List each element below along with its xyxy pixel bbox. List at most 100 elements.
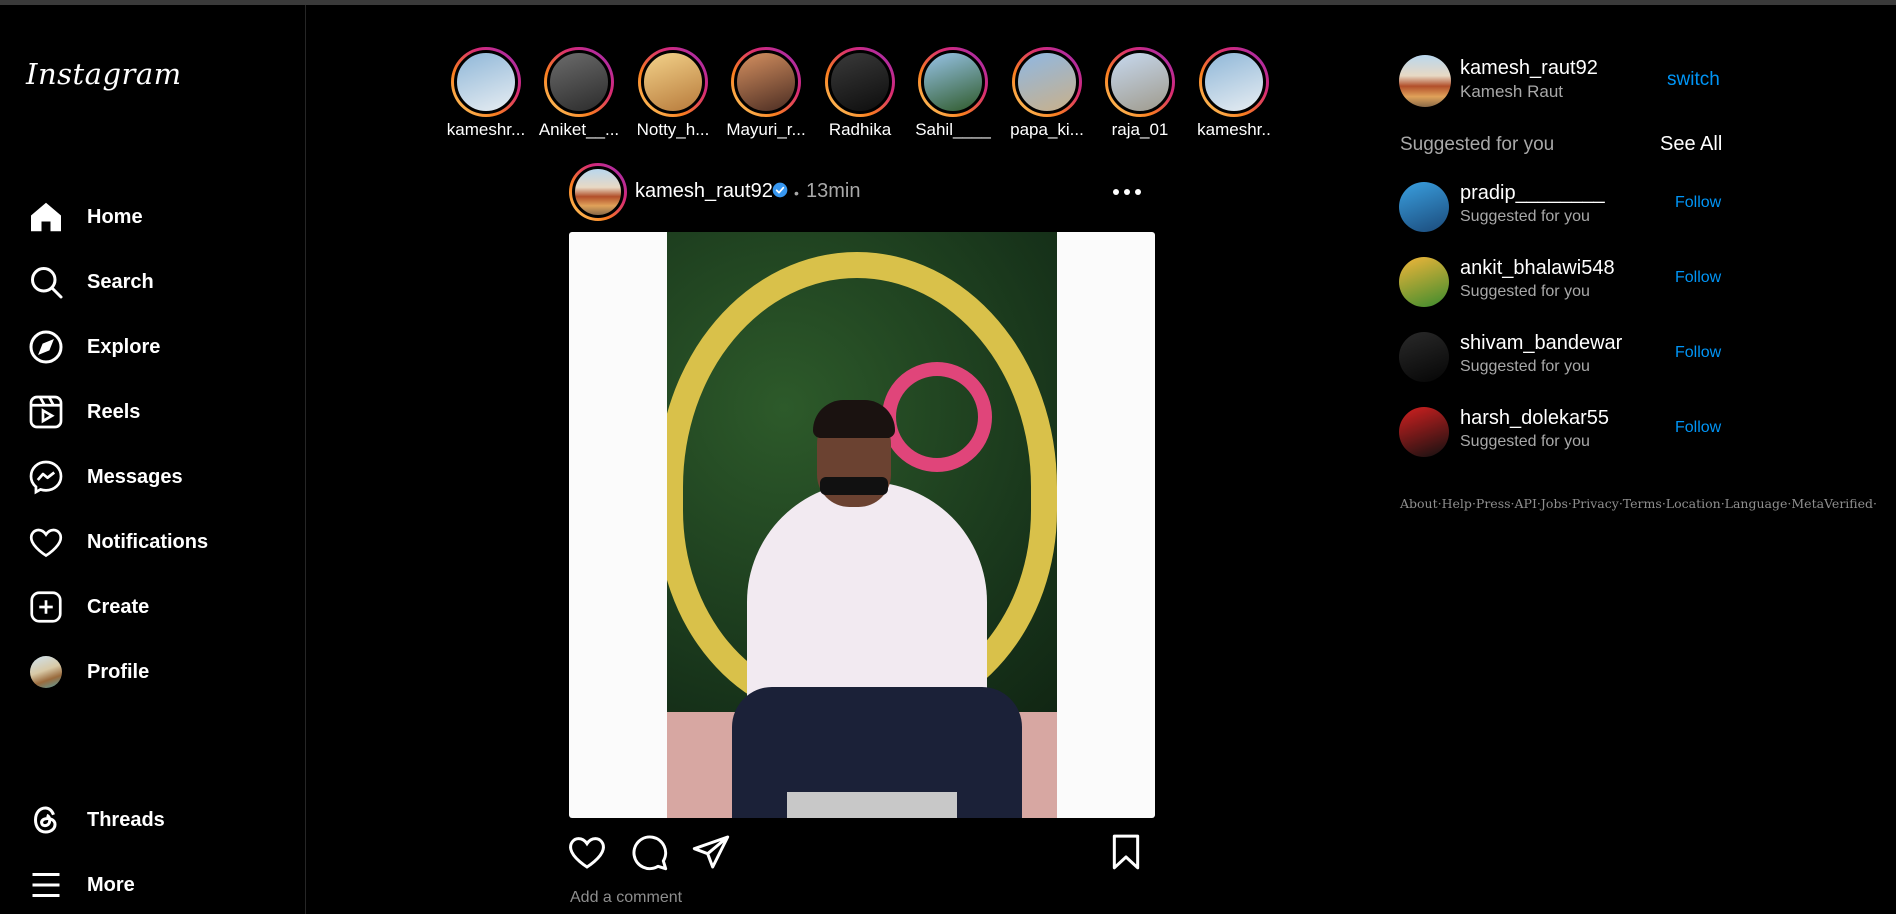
sidebar-item-search[interactable]: Search [26, 260, 154, 304]
story-username: kameshr.. [1197, 120, 1271, 139]
sidebar-item-label: Notifications [87, 530, 209, 553]
story-item[interactable]: Mayuri_r... [724, 47, 808, 140]
story-item[interactable]: Radhika [818, 47, 902, 140]
switch-account-button[interactable]: switch [1667, 69, 1720, 91]
stories-tray: kameshr... Aniket__... Notty_h... Mayuri… [444, 47, 1274, 145]
heart-icon [26, 522, 66, 562]
story-username: Notty_h... [636, 120, 710, 139]
share-paper-plane-icon[interactable] [691, 832, 731, 872]
sidebar-item-profile[interactable]: Profile [26, 650, 149, 694]
story-username: Aniket__... [538, 120, 620, 139]
current-user-username[interactable]: kamesh_raut92 [1460, 57, 1598, 80]
suggestion-subtitle: Suggested for you [1460, 283, 1590, 300]
instagram-logo[interactable]: Instagram [26, 57, 182, 91]
current-user-avatar[interactable] [1399, 55, 1451, 107]
suggestion-username[interactable]: shivam_bandewar [1460, 332, 1622, 355]
more-options-icon[interactable] [1109, 183, 1145, 201]
story-username: Sahil____ [915, 120, 991, 139]
follow-button[interactable]: Follow [1675, 344, 1721, 362]
sidebar-item-label: Search [87, 270, 154, 293]
footer-link-metaverified[interactable]: MetaVerified [1791, 496, 1873, 511]
footer-link-jobs[interactable]: Jobs [1541, 496, 1568, 511]
sidebar-item-label: Create [87, 595, 150, 618]
story-item[interactable]: Aniket__... [537, 47, 621, 140]
footer-link-terms[interactable]: Terms [1623, 496, 1662, 511]
footer-link-location[interactable]: Location [1666, 496, 1721, 511]
hamburger-icon [26, 865, 66, 905]
compass-icon [26, 327, 66, 367]
story-item[interactable]: Notty_h... [631, 47, 715, 140]
sidebar-item-label: Explore [87, 335, 161, 358]
add-comment-input[interactable] [570, 889, 970, 907]
sidebar-item-messages[interactable]: Messages [26, 455, 183, 499]
footer-link-privacy[interactable]: Privacy [1572, 496, 1619, 511]
suggestion-subtitle: Suggested for you [1460, 208, 1590, 225]
post-image[interactable] [569, 232, 1155, 818]
footer-link-language[interactable]: Language [1725, 496, 1788, 511]
story-avatar [641, 50, 705, 114]
footer-link-press[interactable]: Press [1476, 496, 1511, 511]
sidebar-item-reels[interactable]: Reels [26, 390, 140, 434]
story-item[interactable]: kameshr.. [1192, 47, 1276, 140]
story-avatar [1108, 50, 1172, 114]
follow-button[interactable]: Follow [1675, 419, 1721, 437]
story-username: papa_ki... [1010, 120, 1084, 139]
suggestion-avatar[interactable] [1399, 332, 1449, 382]
footer-links: About·Help·Press·API·Jobs·Privacy·Terms·… [1400, 496, 1878, 511]
story-username: raja_01 [1111, 120, 1169, 139]
footer-link-help[interactable]: Help [1442, 496, 1472, 511]
footer-link-api[interactable]: API [1515, 496, 1537, 511]
follow-button[interactable]: Follow [1675, 194, 1721, 212]
story-item[interactable]: kameshr... [444, 47, 528, 140]
story-item[interactable]: papa_ki... [1005, 47, 1089, 140]
story-avatar [547, 50, 611, 114]
sidebar-item-create[interactable]: Create [26, 585, 149, 629]
story-item[interactable]: raja_01 [1098, 47, 1182, 140]
story-username: Mayuri_r... [726, 120, 806, 139]
threads-icon [26, 800, 66, 840]
suggestion-subtitle: Suggested for you [1460, 358, 1590, 375]
profile-avatar [30, 656, 62, 688]
suggestion-avatar[interactable] [1399, 407, 1449, 457]
sidebar-item-threads[interactable]: Threads [26, 798, 165, 842]
bookmark-icon[interactable] [1106, 832, 1146, 872]
search-icon [26, 262, 66, 302]
post-photo [667, 232, 1057, 818]
suggestion-subtitle: Suggested for you [1460, 433, 1590, 450]
sidebar: Instagram Home Search Explore Reels Mess… [0, 5, 306, 914]
post-author-avatar[interactable] [569, 163, 627, 221]
home-icon [26, 197, 66, 237]
follow-button[interactable]: Follow [1675, 269, 1721, 287]
sidebar-item-label: Reels [87, 400, 141, 423]
suggestion-item: harsh_dolekar55 Suggested for you Follow [1399, 405, 1729, 461]
see-all-link[interactable]: See All [1660, 133, 1722, 156]
story-avatar [1015, 50, 1079, 114]
post-timestamp: 13min [806, 180, 861, 202]
sidebar-item-label: Home [87, 205, 143, 228]
story-avatar [1202, 50, 1266, 114]
suggestion-username[interactable]: harsh_dolekar55 [1460, 407, 1609, 430]
story-item[interactable]: Sahil____ [911, 47, 995, 140]
verified-badge-icon [772, 182, 788, 198]
comment-icon[interactable] [629, 832, 669, 872]
sidebar-item-label: Messages [87, 465, 183, 488]
story-username: kameshr... [446, 120, 526, 139]
suggestion-username[interactable]: ankit_bhalawi548 [1460, 257, 1615, 280]
story-avatar [921, 50, 985, 114]
footer-link-about[interactable]: About [1400, 496, 1438, 511]
sidebar-item-more[interactable]: More [26, 863, 135, 907]
suggestion-avatar[interactable] [1399, 182, 1449, 232]
like-heart-icon[interactable] [567, 832, 607, 872]
sidebar-item-label: Threads [87, 808, 165, 831]
sidebar-item-label: More [87, 873, 135, 896]
plus-square-icon [26, 587, 66, 627]
suggestion-username[interactable]: pradip________ [1460, 182, 1605, 205]
post-author-username[interactable]: kamesh_raut92 [635, 180, 773, 203]
story-avatar [828, 50, 892, 114]
sidebar-item-explore[interactable]: Explore [26, 325, 160, 369]
suggestion-avatar[interactable] [1399, 257, 1449, 307]
sidebar-item-home[interactable]: Home [26, 195, 143, 239]
sidebar-item-notifications[interactable]: Notifications [26, 520, 208, 564]
messenger-icon [26, 457, 66, 497]
story-username: Radhika [828, 120, 892, 139]
